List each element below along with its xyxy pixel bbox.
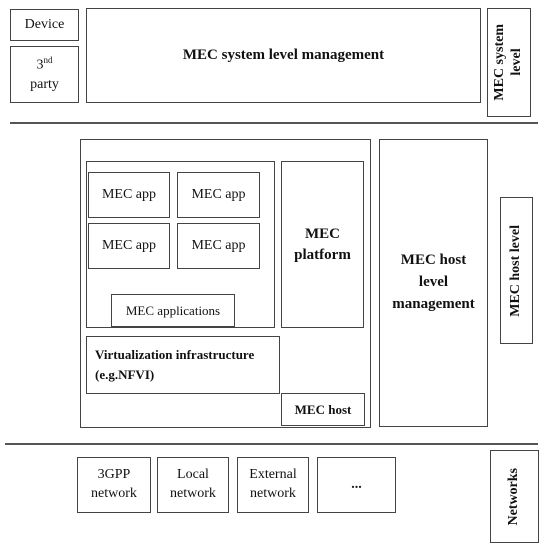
mec-host-label: MEC host	[294, 401, 352, 417]
network-line-2: network	[250, 486, 296, 501]
divider-system-host	[10, 122, 538, 124]
mec-app-box: MEC app	[88, 223, 170, 269]
mec-app-box: MEC app	[177, 172, 260, 218]
third-party-word: party	[30, 76, 59, 92]
mec-host-level-tag: MEC host level	[500, 197, 533, 344]
network-line-1: 3GPP	[97, 467, 131, 483]
mec-app-box: MEC app	[177, 223, 260, 269]
network-label: External network	[249, 466, 296, 504]
mec-host-level-tag-label: MEC host level	[508, 224, 524, 317]
virtualization-line-1: Virtualization infrastructure	[95, 346, 255, 362]
tag-line-2: level	[509, 48, 524, 77]
network-line-2: network	[170, 486, 216, 501]
mec-app-box: MEC app	[88, 172, 170, 218]
mec-system-level-management-label: MEC system level management	[182, 47, 385, 64]
divider-host-networks	[5, 443, 538, 445]
network-line-1: Local	[177, 467, 209, 483]
mec-applications-label: MEC applications	[125, 302, 221, 318]
mec-system-level-management-box: MEC system level management	[86, 8, 481, 103]
networks-level-tag: Networks	[490, 450, 539, 543]
mec-app-label: MEC app	[101, 186, 157, 202]
mec-platform-label: MEC platform	[294, 224, 351, 265]
third-party-superscript: nd	[43, 55, 53, 66]
platform-line-2: platform	[294, 246, 351, 263]
third-party-box: 3nd party	[10, 46, 79, 103]
device-label: Device	[24, 16, 65, 32]
mec-app-label: MEC app	[191, 237, 246, 253]
network-line-2: network	[91, 486, 137, 501]
device-box: Device	[10, 9, 79, 41]
network-box-external: External network	[237, 457, 309, 513]
mec-system-level-tag-label: MEC system level	[492, 24, 526, 101]
host-mgmt-line-3: management	[392, 295, 475, 312]
network-more-label: ...	[351, 476, 362, 492]
mec-applications-label-box: MEC applications	[111, 294, 235, 327]
virtualization-infrastructure-label: Virtualization infrastructure (e.g.NFVI)	[95, 345, 254, 385]
mec-platform-box: MEC platform	[281, 161, 364, 328]
virtualization-line-2: (e.g.NFVI)	[95, 367, 155, 382]
virtualization-infrastructure-box: Virtualization infrastructure (e.g.NFVI)	[86, 336, 280, 394]
mec-app-label: MEC app	[191, 186, 246, 202]
third-party-label: 3nd party	[30, 54, 59, 94]
host-mgmt-line-2: level	[418, 274, 449, 291]
network-box-local: Local network	[157, 457, 229, 513]
network-label: Local network	[170, 466, 216, 504]
network-box-3gpp: 3GPP network	[77, 457, 151, 513]
mec-host-level-management-box: MEC host level management	[379, 139, 488, 427]
network-label: 3GPP network	[91, 466, 137, 504]
mec-host-label-box: MEC host	[281, 393, 365, 426]
tag-line-1: MEC system	[492, 24, 508, 101]
network-box-more: ...	[317, 457, 396, 513]
mec-app-label: MEC app	[101, 237, 157, 253]
mec-system-level-tag: MEC system level	[487, 8, 531, 117]
network-line-1: External	[249, 467, 297, 483]
mec-host-level-management-label: MEC host level management	[392, 250, 475, 315]
networks-level-tag-label: Networks	[506, 467, 522, 526]
host-mgmt-line-1: MEC host	[400, 252, 467, 269]
platform-line-1: MEC	[305, 226, 340, 243]
